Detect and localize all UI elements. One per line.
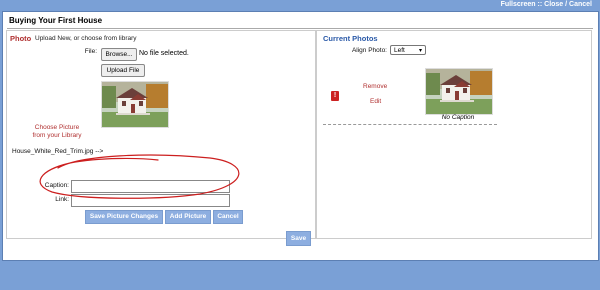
current-photos-heading: Current Photos: [323, 34, 378, 43]
chevron-down-icon: ▾: [418, 48, 422, 54]
current-photo-thumbnail: [425, 68, 493, 115]
align-photo-select[interactable]: Left ▾: [390, 45, 426, 55]
title-divider: [7, 28, 593, 29]
cancel-button[interactable]: Cancel: [213, 210, 243, 224]
remove-link[interactable]: Remove: [363, 83, 387, 90]
file-status: No file selected.: [139, 50, 189, 57]
choose-line-1: Choose Picture: [34, 124, 80, 131]
selected-filename: House_White_Red_Trim.jpg -->: [12, 148, 104, 155]
delete-icon[interactable]: !: [331, 91, 339, 101]
file-label: File:: [84, 48, 97, 55]
photo-subheading: Upload New, or choose from library: [35, 35, 137, 42]
link-input[interactable]: [71, 194, 230, 207]
fullscreen-link[interactable]: Fullscreen: [501, 1, 536, 8]
photo-divider: [323, 124, 497, 125]
house-image: [426, 69, 492, 114]
page-title: Buying Your First House: [9, 16, 103, 25]
house-image: [102, 82, 168, 127]
window-links: Fullscreen :: Close / Cancel: [501, 1, 592, 8]
choose-line-2: from your Library: [32, 132, 82, 139]
caption-input[interactable]: [71, 180, 230, 193]
caption-label: Caption:: [44, 182, 69, 189]
no-caption-text: No Caption: [441, 114, 475, 121]
photo-section: Photo Upload New, or choose from library…: [6, 30, 316, 239]
save-button[interactable]: Save: [286, 231, 311, 246]
add-picture-button[interactable]: Add Picture: [165, 210, 211, 224]
choose-from-library-link[interactable]: Choose Picture from your Library: [21, 124, 93, 140]
align-photo-value: Left: [394, 47, 405, 54]
browse-button[interactable]: Browse...: [101, 48, 137, 61]
editor-panel: Buying Your First House Photo Upload New…: [2, 11, 599, 261]
current-photos-section: Current Photos Align Photo: Left ▾ ! Rem…: [316, 30, 592, 239]
save-picture-changes-button[interactable]: Save Picture Changes: [85, 210, 163, 224]
align-photo-label: Align Photo:: [351, 47, 387, 54]
link-separator: ::: [535, 1, 545, 8]
edit-link[interactable]: Edit: [370, 98, 381, 105]
close-cancel-link[interactable]: Close / Cancel: [544, 1, 592, 8]
library-photo-thumbnail[interactable]: [101, 81, 169, 128]
upload-file-button[interactable]: Upload File: [101, 64, 145, 77]
photo-heading: Photo: [10, 34, 32, 43]
top-bar: Fullscreen :: Close / Cancel: [0, 0, 600, 11]
link-label: Link:: [55, 196, 69, 203]
